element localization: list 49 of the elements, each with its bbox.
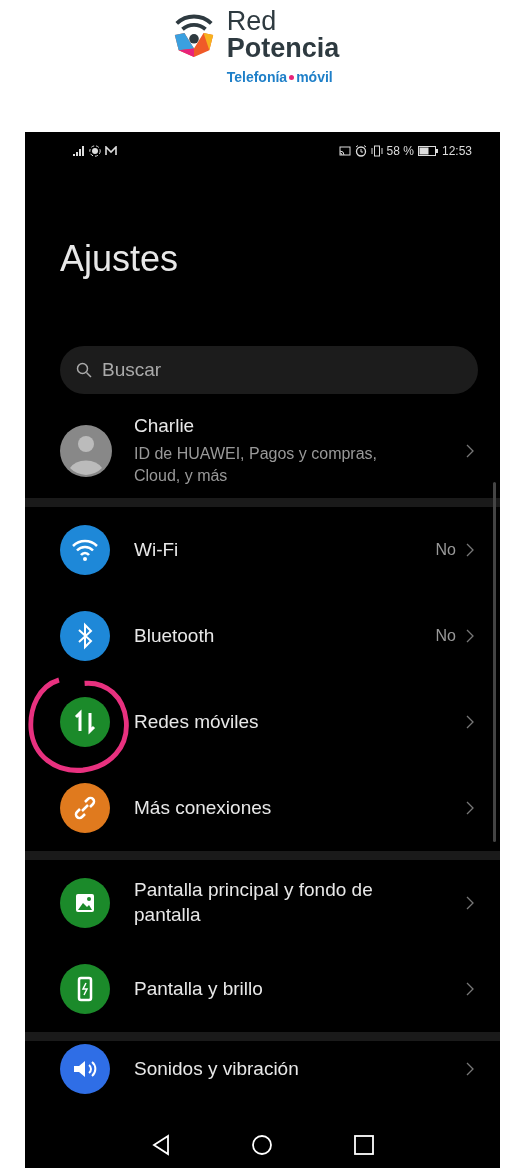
item-label: Redes móviles	[134, 709, 260, 734]
chevron-icon	[466, 444, 474, 458]
settings-item[interactable]: Sonidos y vibración	[25, 1041, 500, 1097]
item-label: Sonidos y vibración	[134, 1056, 300, 1081]
clock-time: 12:53	[441, 144, 472, 158]
battery-percentage: 58 %	[386, 144, 414, 158]
chevron-icon	[466, 543, 474, 557]
account-name: Charlie	[134, 414, 196, 437]
chevron-icon	[466, 982, 474, 996]
alarm-icon	[354, 145, 367, 157]
battery-icon	[417, 146, 438, 156]
settings-item[interactable]: Redes móviles	[25, 679, 500, 765]
recents-icon[interactable]	[352, 1134, 375, 1156]
account-item[interactable]: Charlie ID de HUAWEI, Pagos y compras, Cloud, y más	[25, 394, 500, 498]
item-value: No	[435, 541, 456, 559]
item-label: Pantalla y brillo	[134, 976, 264, 1001]
settings-item[interactable]: Pantalla principal y fondo de pantalla	[25, 860, 500, 946]
logo-wordmark: Red	[226, 8, 278, 35]
item-value: No	[435, 627, 456, 645]
signal-icon	[73, 146, 85, 156]
logo-tagline: móvil	[296, 70, 333, 84]
back-icon[interactable]	[150, 1134, 171, 1156]
item-label: Wi-Fi	[134, 537, 180, 562]
page-title: Ajustes	[60, 238, 180, 280]
dot-icon	[289, 74, 295, 80]
account-subtitle: ID de HUAWEI, Pagos y compras, Cloud, y más	[134, 443, 379, 486]
chevron-icon	[466, 1062, 474, 1076]
search-icon	[76, 362, 92, 378]
settings-item[interactable]: Más conexiones	[25, 765, 500, 851]
search-input[interactable]: Buscar	[100, 358, 462, 382]
chevron-icon	[466, 715, 474, 729]
item-label: Más conexiones	[134, 795, 273, 820]
home-icon[interactable]	[250, 1134, 273, 1156]
hotspot-icon	[89, 145, 101, 157]
settings-item[interactable]: Wi-Fi No	[25, 507, 500, 593]
avatar-icon	[60, 425, 112, 477]
chevron-icon	[466, 801, 474, 815]
item-label: Bluetooth	[134, 623, 216, 648]
chevron-icon	[466, 896, 474, 910]
mail-icon	[105, 146, 117, 156]
logo-tagline: Telefonía	[226, 70, 288, 84]
logo-wordmark: Potencia	[226, 35, 340, 62]
search-bar[interactable]: Buscar	[60, 346, 478, 394]
chevron-icon	[466, 629, 474, 643]
cast-icon	[338, 146, 351, 156]
settings-item[interactable]: Bluetooth No	[25, 593, 500, 679]
vibrate-icon	[370, 145, 383, 157]
item-label: Pantalla principal y fondo de pantalla	[134, 878, 374, 927]
settings-item[interactable]: Pantalla y brillo	[25, 946, 500, 1032]
